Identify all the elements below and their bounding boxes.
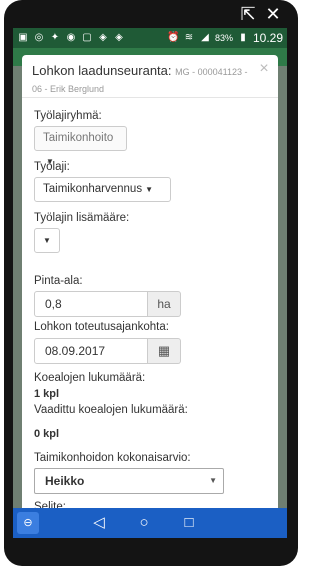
date-input[interactable]: 08.09.2017 (34, 338, 148, 364)
overall-assessment-select[interactable]: Heikko ▼ (34, 468, 224, 494)
app-icon: ▢ (82, 32, 92, 43)
home-icon[interactable]: ○ (134, 513, 154, 533)
area-label: Pinta-ala: (34, 275, 83, 287)
battery-level: 83% (214, 33, 233, 43)
chevron-down-icon: ▼ (209, 476, 217, 485)
required-samples-label: Vaadittu koealojen lukumäärä: (34, 404, 188, 416)
maps-icon: ◈ (99, 32, 107, 43)
overall-assessment-value: Heikko (45, 474, 85, 488)
worktype-dropdown[interactable]: Taimikonharvennus ▼ (34, 177, 171, 202)
worktype-extra-label: Työlajin lisämääre: (34, 212, 130, 224)
battery-icon: ▮ (240, 32, 246, 43)
signal-icon: ◢ (201, 32, 209, 43)
back-icon[interactable]: ◁ (89, 513, 109, 533)
worktype-extra-dropdown[interactable]: ▼ (34, 228, 60, 253)
status-icons-right: ⏰ ≋ ◢ 83% ▮ 10.29 (167, 31, 283, 45)
close-icon[interactable]: ✕ (263, 4, 283, 24)
expand-icon[interactable]: ⇱ (238, 4, 258, 24)
twitter-icon: ✦ (50, 32, 60, 43)
phone-frame: ⇱ ✕ ▣ ◎ ✦ ◉ ▢ ◈ ◈ ⏰ ≋ ◢ 83% ▮ 10.29 Lohk… (0, 0, 302, 566)
worktype-value: Taimikonharvennus (43, 183, 143, 195)
wifi-icon: ≋ (184, 32, 194, 43)
date-label: Lohkon toteutusajankohta: (34, 321, 169, 333)
sample-count-label: Koealojen lukumäärä: (34, 372, 146, 384)
device-screen: ▣ ◎ ✦ ◉ ▢ ◈ ◈ ⏰ ≋ ◢ 83% ▮ 10.29 Lohkon l… (13, 28, 287, 538)
area-unit: ha (148, 291, 181, 317)
worktype-group-value: Taimikonhoito (43, 132, 114, 144)
area-input[interactable]: 0,8 (34, 291, 148, 317)
calendar-icon[interactable]: ▦ (148, 338, 181, 364)
navigation-bar: ⊖ ◁ ○ □ (13, 508, 287, 538)
required-samples-value: 0 kpl (34, 428, 60, 440)
status-bar: ▣ ◎ ✦ ◉ ▢ ◈ ◈ ⏰ ≋ ◢ 83% ▮ 10.29 (13, 28, 287, 48)
dialog-header: Lohkon laadunseuranta: MG - 000041123 - … (22, 55, 278, 98)
worktype-group-label: Työlajiryhmä: (34, 110, 102, 122)
worktype-label: Työlaji: (34, 161, 70, 173)
caret-down-icon: ▼ (145, 185, 154, 194)
notification-icon: ▣ (18, 32, 28, 43)
app-switch-icon[interactable]: ⊖ (17, 512, 39, 534)
eye-icon: ◉ (66, 32, 76, 43)
quality-monitoring-dialog: Lohkon laadunseuranta: MG - 000041123 - … (22, 55, 278, 515)
clock: 10.29 (252, 31, 283, 45)
status-icons-left: ▣ ◎ ✦ ◉ ▢ ◈ ◈ (17, 32, 125, 44)
sample-count-value: 1 kpl (34, 388, 60, 400)
close-icon[interactable]: × (256, 61, 272, 77)
recents-icon[interactable]: □ (179, 513, 199, 533)
dialog-title-text: Lohkon laadunseuranta: (32, 63, 172, 78)
dialog-title: Lohkon laadunseuranta: MG - 000041123 - … (32, 63, 257, 97)
worktype-group-dropdown[interactable]: Taimikonhoito▼ (34, 126, 127, 166)
app-icon: ◎ (34, 32, 44, 43)
overall-assessment-label: Taimikonhoidon kokonaisarvio: (34, 452, 191, 464)
alarm-icon: ⏰ (166, 32, 180, 43)
maps-icon: ◈ (115, 32, 123, 43)
window-controls: ⇱ ✕ (0, 0, 302, 28)
caret-down-icon: ▼ (43, 236, 51, 245)
